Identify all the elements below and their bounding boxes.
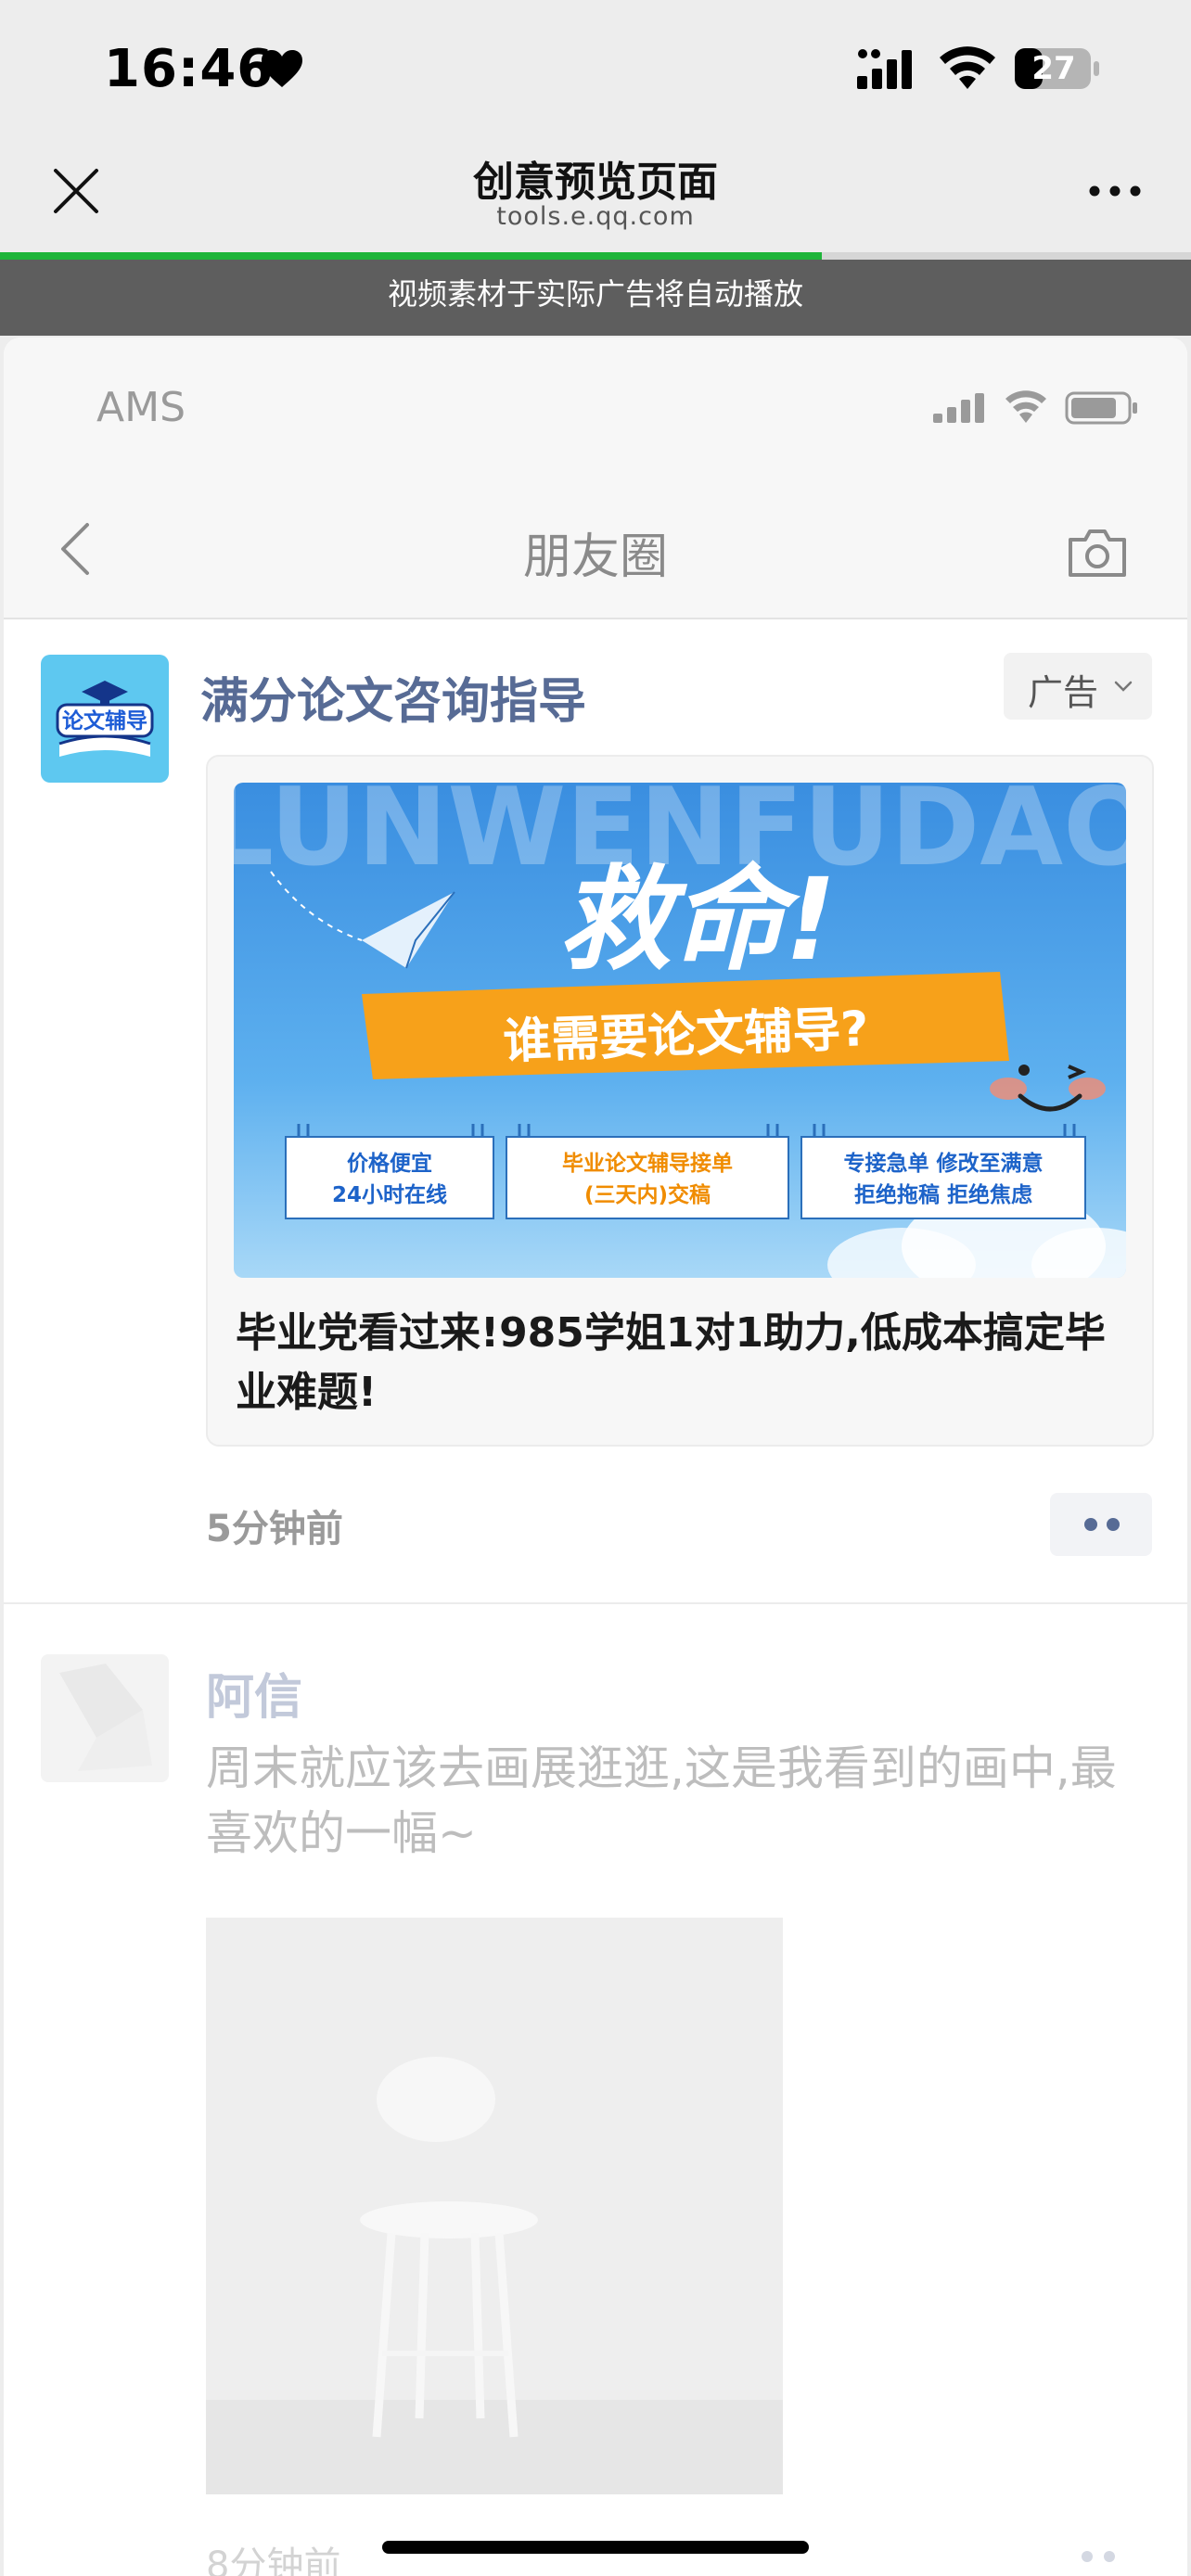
ad-banner-image[interactable]: LUNWENFUDAO 救命! 谁需要论文辅导? 价格便宜 24小时在线 毕业论… [234,783,1126,1278]
camera-icon[interactable] [1065,527,1130,579]
post-text: 周末就应该去画展逛逛,这是我看到的画中,最喜欢的一幅~ [206,1741,1117,1860]
autoplay-notice: 视频素材于实际广告将自动播放 [0,260,1191,336]
ad-timestamp: 5分钟前 [206,1508,343,1550]
banner-headline: 救命! [558,854,837,986]
heart-icon [262,50,302,87]
ad-banner-graphic: LUNWENFUDAO 救命! 谁需要论文辅导? 价格便宜 24小时在线 毕业论… [234,783,1126,1278]
moments-nav-bar: 朋友圈 [4,477,1187,619]
banner-box-1-line2: 24小时在线 [332,1182,447,1207]
page-domain: tools.e.qq.com [496,202,695,231]
banner-box-1-line1: 价格便宜 [347,1151,432,1176]
moments-title: 朋友圈 [522,529,668,585]
moments-preview: AMS 朋友圈 论文辅导 满分论文咨询指导 广告 LUNWENFUDAO 救命!… [4,338,1187,2576]
carrier-label: AMS [96,384,186,431]
post-author-name[interactable]: 阿信 [206,1658,302,1728]
banner-box-3-line2: 拒绝拖稿 拒绝焦虑 [854,1182,1032,1207]
status-bar: 16:46 27 [0,0,1191,139]
ad-badge[interactable]: 广告 [1004,653,1152,720]
post-divider [4,1602,1187,1604]
wifi-icon [1005,390,1046,423]
comment-dots-icon [1084,1518,1120,1531]
post-image[interactable] [206,1918,783,2494]
ad-card[interactable]: LUNWENFUDAO 救命! 谁需要论文辅导? 价格便宜 24小时在线 毕业论… [206,755,1154,1447]
ad-advertiser-name[interactable]: 满分论文咨询指导 [200,662,586,732]
ad-avatar-text: 论文辅导 [62,708,147,733]
chair-photo [206,1918,783,2494]
inner-status-bar: AMS [4,338,1187,477]
post-timestamp: 8分钟前 [206,2544,341,2576]
banner-box-3-line1: 专接急单 修改至满意 [843,1151,1043,1176]
post-avatar[interactable] [41,1654,169,1782]
banner-box-2-line1: 毕业论文辅导接单 [562,1151,733,1176]
page-title: 创意预览页面 [473,159,718,206]
home-indicator[interactable] [382,2541,809,2554]
signal-icon [857,49,912,89]
ad-avatar[interactable]: 论文辅导 [41,655,169,783]
loading-progress-fill [0,252,822,260]
ad-badge-label: 广告 [1028,672,1099,713]
ad-avatar-logo: 论文辅导 [41,655,169,783]
chevron-down-icon [1114,681,1133,692]
more-icon[interactable] [1087,182,1143,200]
signal-icon [933,393,984,423]
comment-button[interactable] [1050,1493,1152,1556]
wifi-icon [940,46,995,89]
battery-level: 27 [1031,50,1076,87]
banner-box-2-line2: (三天内)交稿 [584,1182,711,1207]
loading-progress-bar [0,252,1191,260]
battery-icon [1065,391,1137,425]
status-time: 16:46 [104,39,275,99]
comment-dots-icon[interactable] [1070,2543,1126,2570]
ad-copy-text: 毕业党看过来!985学姐1对1助力,低成本搞定毕业难题! [236,1309,1106,1416]
avatar-placeholder [59,1664,152,1771]
